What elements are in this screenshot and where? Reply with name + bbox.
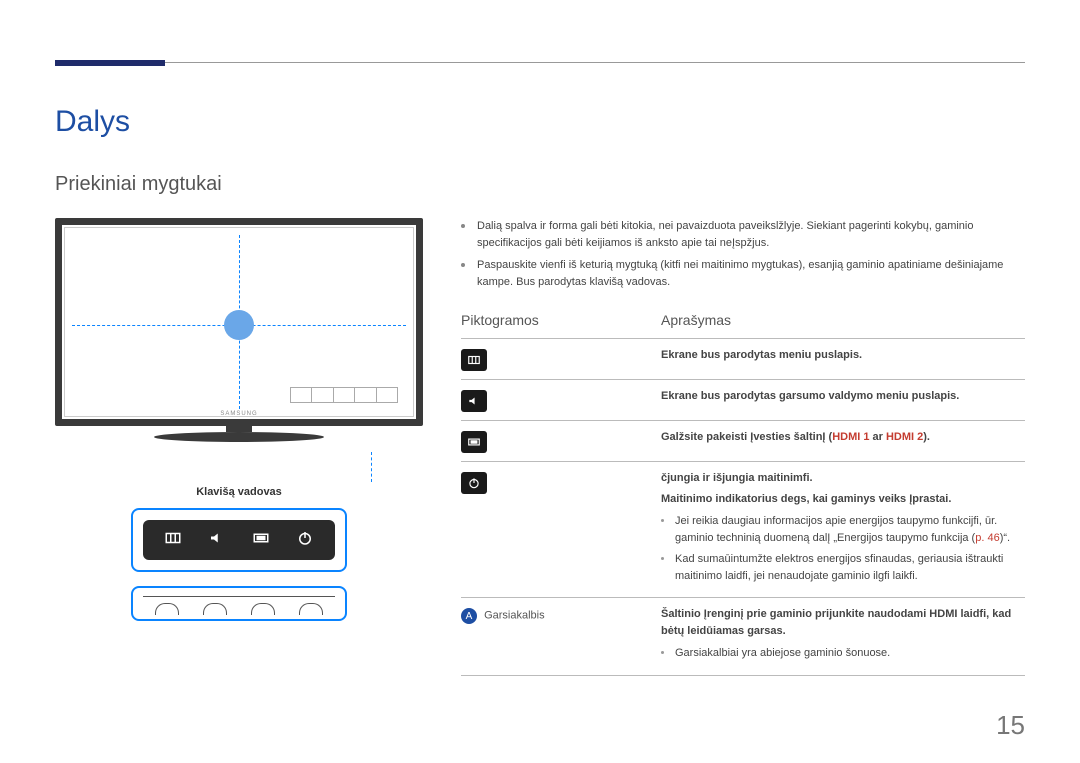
- section-title: Priekiniai mygtukai: [55, 173, 1025, 196]
- illustration-column: SAMSUNG Klavišą vadovas: [55, 218, 423, 684]
- row-desc: Šaltinio Įrenginį prie gaminio prijunkit…: [661, 606, 1025, 667]
- intro-notes: Dalią spalva ir forma gali bėti kitokia,…: [461, 218, 1025, 290]
- row-desc: Galžsite pakeisti Įvesties šaltinĮ (HDMI…: [661, 429, 1025, 446]
- key-guide-label: Klavišą vadovas: [55, 486, 423, 498]
- intro-note: Paspauskite vienfi iš keturią mygtuką (k…: [461, 257, 1025, 290]
- source-icon: [252, 529, 270, 552]
- marker-a-icon: A: [461, 608, 477, 624]
- row-desc: Ekrane bus parodytas garsumo valdymo men…: [661, 388, 1025, 405]
- volume-icon: [461, 390, 487, 412]
- tv-stand: [154, 424, 324, 452]
- source-icon: [461, 431, 487, 453]
- header-description: Aprašymas: [661, 312, 1025, 328]
- page-number: 15: [996, 710, 1025, 741]
- speaker-port-zoom: [131, 586, 347, 621]
- menu-icon: [164, 529, 182, 552]
- row-desc: čjungia ir išjungia maitinimfi. Maitinim…: [661, 470, 1025, 589]
- front-button-strip: [290, 387, 398, 403]
- chapter-title: Dalys: [55, 105, 1025, 139]
- intro-note: Dalią spalva ir forma gali bėti kitokia,…: [461, 218, 1025, 251]
- power-icon: [296, 529, 314, 552]
- pointer-ball-icon: [224, 310, 254, 340]
- tv-illustration: SAMSUNG: [55, 218, 423, 426]
- speaker-label-cell: A Garsiakalbis: [461, 606, 661, 624]
- button-bar-zoom: [131, 508, 347, 572]
- volume-icon: [208, 529, 226, 552]
- power-icon: [461, 472, 487, 494]
- row-desc: Ekrane bus parodytas meniu puslapis.: [661, 347, 1025, 364]
- header-accent: [55, 60, 165, 66]
- header-rule: [55, 62, 1025, 63]
- header-pictograms: Piktogramos: [461, 312, 661, 328]
- menu-icon: [461, 349, 487, 371]
- table-row: A Garsiakalbis Šaltinio Įrenginį prie ga…: [461, 606, 1025, 667]
- table-row: Ekrane bus parodytas meniu puslapis.: [461, 347, 1025, 371]
- table-headers: Piktogramos Aprašymas: [461, 312, 1025, 328]
- tv-brand-label: SAMSUNG: [220, 411, 257, 417]
- speaker-label: Garsiakalbis: [484, 610, 545, 622]
- table-row: Galžsite pakeisti Įvesties šaltinĮ (HDMI…: [461, 429, 1025, 453]
- table-row: čjungia ir išjungia maitinimfi. Maitinim…: [461, 470, 1025, 589]
- table-row: Ekrane bus parodytas garsumo valdymo men…: [461, 388, 1025, 412]
